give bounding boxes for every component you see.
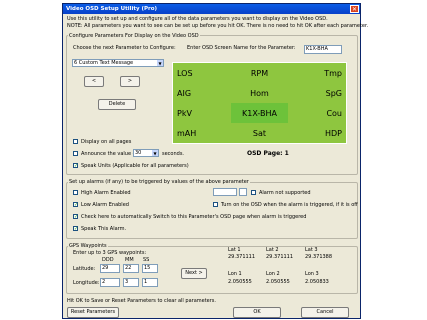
next-parameter-button[interactable]: > bbox=[120, 76, 140, 87]
lat3-value: 29.371388 bbox=[305, 254, 333, 260]
lat1-label: Lat 1 bbox=[228, 247, 241, 253]
osd-cell[interactable]: Tmp bbox=[288, 63, 346, 83]
alarm-value-spin[interactable] bbox=[239, 188, 247, 196]
display-all-pages-label: Display on all pages bbox=[81, 139, 132, 145]
osd-page-label: OSD Page: 1 bbox=[247, 150, 289, 157]
osd-setup-window: Video OSD Setup Utility (Pro) ✕ Use this… bbox=[62, 3, 368, 319]
auto-switch-checkbox[interactable]: ✓ bbox=[73, 214, 79, 220]
parameter-select[interactable]: 6 Custom Text Message ▼ bbox=[72, 59, 164, 67]
footer-hint: Hit OK to Save or Reset Parameters to cl… bbox=[67, 298, 216, 304]
high-alarm-checkbox[interactable] bbox=[73, 190, 78, 195]
seconds-label: seconds. bbox=[162, 151, 185, 157]
alarm-group-title: Set up alarms (if any) to be triggered b… bbox=[68, 179, 250, 185]
announce-checkbox[interactable] bbox=[73, 151, 78, 156]
alarm-not-supported-checkbox[interactable] bbox=[251, 190, 256, 195]
osd-cell[interactable]: RPM bbox=[231, 63, 289, 83]
gps-col-ddd: DDD bbox=[102, 257, 114, 263]
configure-group-title: Configure Parameters For Display on the … bbox=[68, 33, 200, 39]
osd-cell[interactable]: Sat bbox=[231, 123, 289, 143]
chevron-down-icon[interactable]: ▼ bbox=[152, 150, 158, 156]
low-alarm-label: Low Alarm Enabled bbox=[81, 202, 129, 208]
announce-interval-select[interactable]: 30 ▼ bbox=[133, 149, 159, 157]
window-titlebar: Video OSD Setup Utility (Pro) bbox=[63, 4, 360, 14]
chevron-down-icon[interactable]: ▼ bbox=[157, 60, 163, 66]
gps-next-button[interactable]: Next > bbox=[181, 268, 207, 279]
osd-cell[interactable]: PkV bbox=[173, 103, 231, 123]
close-icon: ✕ bbox=[351, 6, 358, 13]
longitude-label: Longitude: bbox=[73, 280, 100, 286]
latitude-ss-input[interactable]: 15 bbox=[142, 264, 158, 273]
latitude-mm-input[interactable]: 22 bbox=[123, 264, 139, 273]
osd-cell[interactable]: mAH bbox=[173, 123, 231, 143]
speak-alarm-checkbox[interactable]: ✓ bbox=[73, 226, 79, 232]
lat1-value: 29.371111 bbox=[228, 254, 256, 260]
screen-name-label: Enter OSD Screen Name for the Parameter: bbox=[187, 45, 296, 51]
check-icon: ✓ bbox=[74, 226, 79, 232]
gps-col-mm: MM bbox=[125, 257, 134, 263]
speak-alarm-label: Speak This Alarm. bbox=[81, 226, 127, 232]
alarm-value-input[interactable] bbox=[213, 188, 237, 196]
intro-line-2: NOTE: All parameters you want to see can… bbox=[67, 23, 369, 29]
window-title: Video OSD Setup Utility (Pro) bbox=[66, 6, 158, 12]
osd-cell[interactable]: SpG bbox=[288, 83, 346, 103]
osd-cell[interactable]: Hom bbox=[231, 83, 289, 103]
speak-units-checkbox[interactable]: ✓ bbox=[73, 163, 79, 169]
lon2-value: 2.050555 bbox=[266, 279, 290, 285]
lon1-value: 2.050555 bbox=[228, 279, 252, 285]
osd-preview: LOS RPM Tmp AIG Hom SpG PkV K1X-BHA Cou … bbox=[172, 62, 347, 144]
osd-cell[interactable]: Cou bbox=[288, 103, 346, 123]
lon3-label: Lon 3 bbox=[305, 271, 319, 277]
gps-col-ss: SS bbox=[143, 257, 150, 263]
osd-cell[interactable]: AIG bbox=[173, 83, 231, 103]
lat3-label: Lat 3 bbox=[305, 247, 318, 253]
check-icon: ✓ bbox=[74, 202, 79, 208]
latitude-label: Latitude: bbox=[73, 266, 96, 272]
lon2-label: Lon 2 bbox=[266, 271, 280, 277]
turn-on-osd-checkbox[interactable] bbox=[213, 202, 218, 207]
previous-parameter-button[interactable]: < bbox=[84, 76, 104, 87]
auto-switch-label: Check here to automatically Switch to th… bbox=[81, 214, 307, 220]
screen-name-input[interactable]: K1X-BHA bbox=[304, 45, 342, 54]
check-icon: ✓ bbox=[74, 163, 79, 169]
check-icon: ✓ bbox=[74, 214, 79, 220]
choose-parameter-label: Choose the next Parameter to Configure: bbox=[73, 45, 176, 51]
longitude-ddd-input[interactable]: 2 bbox=[100, 278, 120, 287]
lat2-label: Lat 2 bbox=[266, 247, 279, 253]
cancel-button[interactable]: Cancel bbox=[301, 307, 349, 318]
low-alarm-checkbox[interactable]: ✓ bbox=[73, 202, 79, 208]
parameter-select-value: 6 Custom Text Message bbox=[74, 60, 134, 66]
lon1-label: Lon 1 bbox=[228, 271, 242, 277]
osd-cell[interactable]: HDP bbox=[288, 123, 346, 143]
osd-cell[interactable]: LOS bbox=[173, 63, 231, 83]
close-button[interactable]: ✕ bbox=[350, 5, 359, 13]
longitude-ss-input[interactable]: 1 bbox=[142, 278, 158, 287]
turn-on-osd-label: Turn on the OSD when the alarm is trigge… bbox=[221, 202, 358, 208]
longitude-mm-input[interactable]: 3 bbox=[123, 278, 139, 287]
delete-button[interactable]: Delete bbox=[98, 99, 136, 110]
alarm-not-supported-label: Alarm not supported bbox=[259, 190, 311, 196]
ok-button[interactable]: OK bbox=[233, 307, 281, 318]
reset-parameters-button[interactable]: Reset Parameters bbox=[67, 307, 119, 318]
lon3-value: 2.050833 bbox=[305, 279, 329, 285]
speak-units-label: Speak Units (Applicable for all paramete… bbox=[81, 163, 189, 169]
osd-cell-selected[interactable]: K1X-BHA bbox=[230, 103, 289, 123]
intro-line-1: Use this utility to set up and configure… bbox=[67, 16, 328, 22]
gps-enter-label: Enter up to 3 GPS waypoints: bbox=[73, 250, 147, 256]
display-all-pages-checkbox[interactable] bbox=[73, 139, 78, 144]
announce-interval-value: 30 bbox=[135, 150, 142, 156]
latitude-ddd-input[interactable]: 29 bbox=[100, 264, 120, 273]
gps-group-title: GPS Waypoints bbox=[68, 243, 108, 249]
lat2-value: 29.371111 bbox=[266, 254, 294, 260]
high-alarm-label: High Alarm Enabled bbox=[81, 190, 131, 196]
